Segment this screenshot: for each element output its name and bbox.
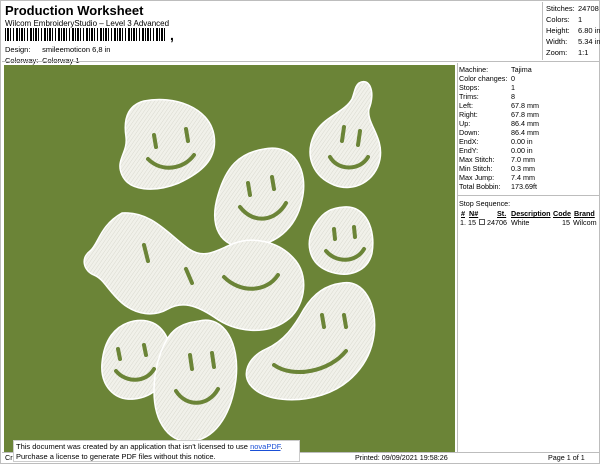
stat-colors: Colors: 1 xyxy=(546,15,583,24)
footer-left-text: Cr xyxy=(5,453,13,462)
info-divider xyxy=(458,195,600,196)
info-total-bobbin: Total Bobbin: 173.69ft xyxy=(459,182,537,191)
col-brand: Brand xyxy=(574,209,595,218)
stop-row-num: 1. xyxy=(460,218,466,227)
page-title: Production Worksheet xyxy=(5,3,144,18)
info-down: Down: 86.4 mm xyxy=(459,128,539,137)
thread-color-swatch xyxy=(479,219,485,225)
info-right: Right: 67.8 mm xyxy=(459,110,539,119)
info-trims: Trims: 8 xyxy=(459,92,515,101)
stat-stitches: Stitches: 24708 xyxy=(546,4,599,13)
software-subtitle: Wilcom EmbroideryStudio – Level 3 Advanc… xyxy=(5,19,170,28)
notice-line-2: Purchase a license to generate PDF files… xyxy=(16,452,216,461)
stat-height: Height: 6.80 in xyxy=(546,26,600,35)
info-endy: EndY: 0.00 in xyxy=(459,146,533,155)
smiley-shape-4 xyxy=(308,206,374,275)
col-stitches: St. xyxy=(497,209,507,218)
design-label: Design: xyxy=(5,45,31,54)
smiley-embroidery-artwork xyxy=(83,80,382,443)
info-min-stitch: Min Stitch: 0.3 mm xyxy=(459,164,535,173)
barcode xyxy=(5,28,167,41)
license-notice: This document was created by an applicat… xyxy=(13,440,300,462)
design-row: Design: smileemoticon 6,8 in xyxy=(5,45,110,54)
design-value: smileemoticon 6,8 in xyxy=(42,45,111,54)
stat-width: Width: 5.34 in xyxy=(546,37,600,46)
info-machine: Machine: Tajima xyxy=(459,65,532,74)
column-divider xyxy=(457,63,458,453)
col-needle: N# xyxy=(469,209,479,218)
stat-zoom: Zoom: 1:1 xyxy=(546,48,589,57)
production-worksheet: Production Worksheet Wilcom EmbroiderySt… xyxy=(0,0,600,464)
stop-row-code: 15 xyxy=(562,218,570,227)
info-max-stitch: Max Stitch: 7.0 mm xyxy=(459,155,535,164)
info-up: Up: 86.4 mm xyxy=(459,119,539,128)
stop-row-description: White xyxy=(511,218,530,227)
page-number: Page 1 of 1 xyxy=(548,453,585,462)
stop-row-stitches: 24706 xyxy=(487,218,507,227)
info-max-jump: Max Jump: 7.4 mm xyxy=(459,173,535,182)
info-endx: EndX: 0.00 in xyxy=(459,137,533,146)
smiley-shape-1 xyxy=(119,98,216,190)
printed-timestamp: Printed: 09/09/2021 19:58:26 xyxy=(355,453,448,462)
info-color-changes: Color changes: 0 xyxy=(459,74,515,83)
stop-sequence-title: Stop Sequence: xyxy=(459,199,511,208)
stop-row-brand: Wilcom xyxy=(573,218,597,227)
smiley-shape-2 xyxy=(214,147,305,248)
info-stops: Stops: 1 xyxy=(459,83,515,92)
smiley-shape-3 xyxy=(309,80,382,189)
col-description: Description xyxy=(511,209,551,218)
barcode-end-mark: , xyxy=(170,27,174,43)
novapdf-link[interactable]: novaPDF xyxy=(250,442,280,451)
design-preview xyxy=(4,65,455,452)
notice-line-1: This document was created by an applicat… xyxy=(16,442,283,451)
col-code: Code xyxy=(553,209,571,218)
stop-row-needle: 15 xyxy=(468,218,476,227)
info-left: Left: 67.8 mm xyxy=(459,101,539,110)
col-num: # xyxy=(461,209,465,218)
design-stats: Stitches: 24708 Colors: 1 Height: 6.80 in W… xyxy=(542,2,600,60)
header-divider xyxy=(2,61,600,62)
